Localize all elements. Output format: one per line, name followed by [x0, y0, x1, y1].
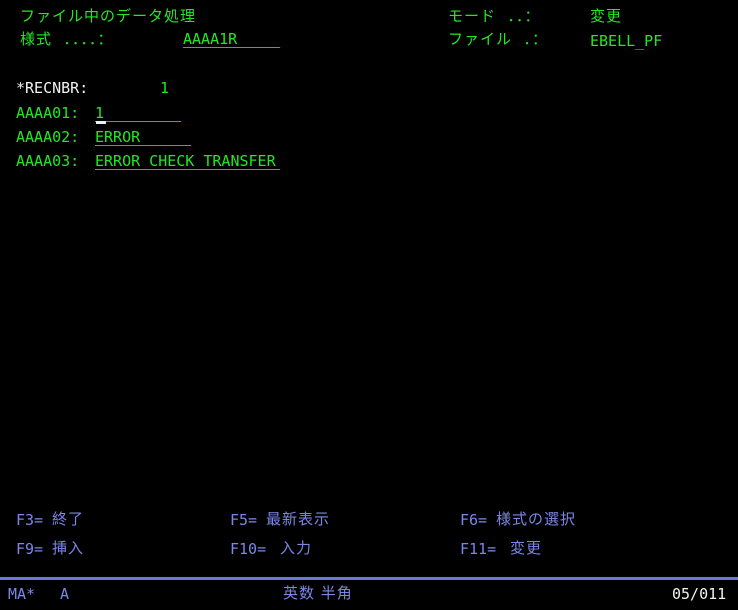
status-mode-indicator: MA* [8, 585, 36, 603]
format-label: 様式 ．．．．： [20, 30, 114, 48]
file-label: ファイル ．： [448, 30, 549, 48]
field-label-aaaa01: AAAA01: [16, 104, 80, 122]
fkey-f3-key[interactable]: F3= [16, 512, 43, 528]
status-input-mode: 英数 半角 [283, 584, 353, 602]
format-input[interactable]: AAAA1R [183, 31, 280, 48]
fkey-f3-label[interactable]: 終了 [52, 511, 84, 527]
recnbr-label: *RECNBR: [16, 79, 89, 97]
page-title: ファイル中のデータ処理 [20, 7, 197, 25]
fkey-f11-label[interactable]: 変更 [510, 540, 542, 556]
fkey-f9-key[interactable]: F9= [16, 541, 43, 557]
fkey-f5-label[interactable]: 最新表示 [266, 511, 330, 527]
text-cursor [96, 121, 106, 124]
recnbr-value: 1 [160, 79, 170, 97]
field-input-aaaa03[interactable]: ERROR CHECK TRANSFER [95, 153, 280, 170]
field-input-aaaa02[interactable]: ERROR [95, 129, 191, 146]
status-separator [0, 577, 738, 580]
fkey-f5-key[interactable]: F5= [230, 512, 257, 528]
field-label-aaaa03: AAAA03: [16, 152, 80, 170]
fkey-f9-label[interactable]: 挿入 [52, 540, 84, 556]
terminal-screen: ファイル中のデータ処理 様式 ．．．．： AAAA1R モード ．．： 変更 フ… [0, 0, 738, 610]
mode-label: モード ．．： [448, 7, 541, 25]
field-input-aaaa01[interactable]: 1 [95, 105, 181, 122]
fkey-f11-key[interactable]: F11= [460, 541, 496, 557]
fkey-f10-key[interactable]: F10= [230, 541, 266, 557]
status-cursor-position: 05/011 [672, 585, 727, 603]
field-label-aaaa02: AAAA02: [16, 128, 80, 146]
mode-value: 変更 [590, 7, 623, 25]
fkey-f6-label[interactable]: 様式の選択 [496, 511, 576, 527]
status-attn-indicator: A [60, 585, 70, 603]
fkey-f10-label[interactable]: 入力 [280, 540, 312, 556]
fkey-f6-key[interactable]: F6= [460, 512, 487, 528]
file-value: EBELL_PF [590, 32, 663, 50]
status-bar: MA* A 英数 半角 05/011 [0, 583, 738, 610]
